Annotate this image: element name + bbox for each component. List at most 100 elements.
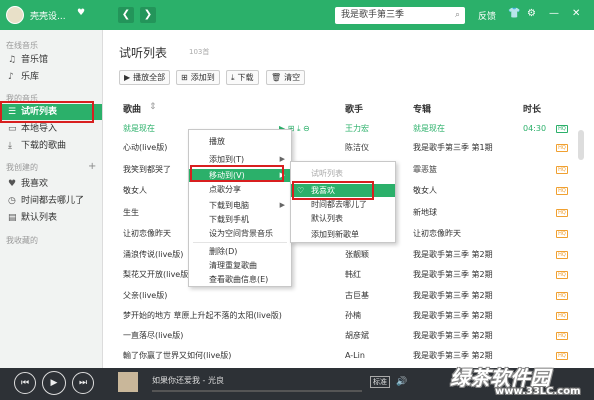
song-title: 父亲(live版)	[123, 291, 168, 300]
prev-button[interactable]: ⏮	[14, 372, 36, 394]
table-row[interactable]: 就是现在 ▶ ⊞ ⤓ ⊖ 王力宏 就是现在 04:30 HQ	[119, 120, 571, 138]
menu-item-delete[interactable]: 删除(D)	[189, 245, 291, 258]
menu-item-clean-duplicates[interactable]: 清理重复歌曲	[189, 259, 291, 272]
avatar[interactable]	[6, 6, 24, 24]
song-album[interactable]: 就是现在	[413, 120, 523, 138]
table-row[interactable]: 心动(live版) 陈洁仪 我是歌手第三季 第1期 HQ	[119, 139, 571, 157]
minimize-icon[interactable]: —	[549, 8, 559, 19]
table-row[interactable]: 一直落尽(live版) 胡彦斌 我是歌手第三季 第2期 HQ	[119, 327, 571, 345]
download-icon: ⤓	[8, 141, 12, 151]
progress-bar[interactable]	[152, 390, 362, 392]
submenu-arrow-icon: ▶	[279, 201, 285, 209]
sidebar-item-music-hall[interactable]: ♫ 音乐馆	[0, 52, 102, 68]
hq-badge: HQ	[556, 230, 568, 238]
column-duration[interactable]: 时长	[523, 102, 541, 115]
context-menu: 播放 添加到(T) ▶ 移动到(V) ▶ 点歌分享 下载到电脑 ▶ 下载到手机 设为空…	[188, 129, 292, 287]
song-artist[interactable]: 韩红	[345, 266, 400, 284]
song-album[interactable]: 霏恶篮	[413, 161, 523, 179]
watermark-url: www.33LC.com	[495, 386, 581, 397]
search-icon[interactable]: ⌕	[455, 7, 460, 24]
table-row[interactable]: 涌浪传说(live版) 张靓颖 我是歌手第三季 第2期 HQ	[119, 246, 571, 264]
feedback-link[interactable]: 反馈	[478, 9, 496, 22]
song-album[interactable]: 我是歌手第三季 第2期	[413, 287, 523, 305]
forward-button[interactable]: ❯	[140, 7, 156, 23]
highlight-box	[292, 181, 374, 200]
play-all-label: 播放全部	[133, 73, 166, 82]
submenu-item-new-playlist[interactable]: 添加到新歌单	[291, 228, 395, 241]
gear-icon[interactable]: ⚙	[527, 8, 536, 19]
song-album[interactable]: 我是歌手第三季 第2期	[413, 307, 523, 325]
song-album[interactable]: 新地球	[413, 204, 523, 222]
song-artist[interactable]: 陈洁仪	[345, 139, 400, 157]
album-cover[interactable]	[118, 372, 138, 392]
song-artist[interactable]: 胡彦斌	[345, 327, 400, 345]
clear-button[interactable]: 🗑 清空	[266, 70, 306, 85]
shirt-icon[interactable]: 👕	[508, 8, 520, 19]
heart-icon: ♥	[8, 179, 17, 189]
trash-icon: 🗑	[271, 73, 282, 82]
song-duration: 04:30	[523, 124, 547, 133]
sort-icon[interactable]: ⇕	[149, 102, 157, 112]
next-button[interactable]: ⏭	[72, 372, 94, 394]
highlight-box	[190, 165, 284, 182]
menu-item-song-info[interactable]: 查看歌曲信息(E)	[189, 273, 291, 286]
back-button[interactable]: ❮	[118, 7, 134, 23]
menu-item-set-bg-music[interactable]: 设为空间背景音乐	[189, 227, 291, 240]
song-album[interactable]: 我是歌手第三季 第2期	[413, 327, 523, 345]
menu-item-share[interactable]: 点歌分享	[189, 183, 291, 196]
song-album[interactable]: 敬女人	[413, 182, 523, 200]
hq-badge: HQ	[556, 187, 568, 195]
username[interactable]: 壳壳设...	[30, 9, 66, 22]
song-artist[interactable]: 孙楠	[345, 307, 400, 325]
menu-item-download-phone[interactable]: 下载到手机	[189, 213, 291, 226]
volume-icon[interactable]: 🔊	[396, 377, 407, 387]
sidebar-item-label: 时间都去哪儿了	[21, 196, 85, 206]
column-title[interactable]: 歌曲	[123, 102, 141, 115]
song-artist[interactable]: A-Lin	[345, 347, 400, 365]
song-album[interactable]: 我是歌手第三季 第1期	[413, 139, 523, 157]
play-all-button[interactable]: ▶ 播放全部	[119, 70, 171, 85]
download-button[interactable]: ⤓ 下载	[226, 70, 259, 85]
hq-badge: HQ	[556, 209, 568, 217]
song-artist[interactable]: 古巨基	[345, 287, 400, 305]
song-count: 103首	[189, 48, 210, 56]
menu-item-play[interactable]: 播放	[189, 135, 291, 148]
add-playlist-icon[interactable]: +	[88, 161, 96, 172]
sidebar-item-local-import[interactable]: ▭ 本地导入	[0, 121, 102, 137]
sidebar-item-where-did-time-go[interactable]: ◷ 时间都去哪儿了	[0, 193, 102, 209]
column-album[interactable]: 专辑	[413, 102, 431, 115]
search-input[interactable]: 我是歌手第三季 ⌕	[335, 7, 465, 24]
scrollbar[interactable]	[578, 130, 584, 160]
submenu-item-default-list[interactable]: 默认列表	[291, 212, 395, 225]
sidebar-item-library[interactable]: ♪ 乐库	[0, 69, 102, 85]
table-row[interactable]: 梨花又开放(live版) 韩红 我是歌手第三季 第2期 HQ	[119, 266, 571, 284]
now-playing-title[interactable]: 如果你还爱我 - 光良	[152, 375, 224, 386]
song-album[interactable]: 我是歌手第三季 第2期	[413, 246, 523, 264]
table-row[interactable]: 梦开始的地方 草原上升起不落的太阳(live版) 孙楠 我是歌手第三季 第2期 …	[119, 307, 571, 325]
menu-separator	[193, 242, 287, 243]
song-album[interactable]: 让初恋像昨天	[413, 225, 523, 243]
sidebar-item-default-list[interactable]: ▤ 默认列表	[0, 210, 102, 226]
move-to-submenu: 试听列表 ♡ 我喜欢 时间都去哪儿了 默认列表 添加到新歌单	[290, 161, 396, 243]
column-artist[interactable]: 歌手	[345, 102, 363, 115]
song-album[interactable]: 我是歌手第三季 第2期	[413, 266, 523, 284]
qq-music-window: 壳壳设... ♥ ❮ ❯ 我是歌手第三季 ⌕ 反馈 👕 ⚙ — ✕ 在线音乐 ♫…	[0, 0, 594, 400]
hq-badge: HQ	[556, 166, 568, 174]
song-artist[interactable]: 张靓颖	[345, 246, 400, 264]
add-to-button[interactable]: ⊞ 添加到	[176, 70, 220, 85]
quality-selector[interactable]: 标准	[370, 376, 390, 388]
table-row[interactable]: 父亲(live版) 古巨基 我是歌手第三季 第2期 HQ	[119, 287, 571, 305]
sidebar-item-favorites[interactable]: ♥ 我喜欢	[0, 176, 102, 192]
hq-badge: HQ	[556, 251, 568, 259]
page-title: 试听列表	[119, 46, 168, 60]
monitor-icon: ▭	[8, 124, 17, 134]
hq-badge: HQ	[556, 332, 568, 340]
menu-item-download-pc[interactable]: 下载到电脑 ▶	[189, 199, 291, 212]
watermark: 绿茶软件园 www.33LC.com	[450, 362, 590, 400]
sidebar-item-downloaded[interactable]: ⤓ 下载的歌曲	[0, 138, 102, 154]
heart-icon[interactable]: ♥	[77, 8, 85, 18]
song-artist[interactable]: 王力宏	[345, 120, 400, 138]
close-icon[interactable]: ✕	[572, 8, 580, 19]
section-online-music: 在线音乐	[6, 41, 38, 50]
play-button[interactable]: ▶	[42, 371, 66, 395]
